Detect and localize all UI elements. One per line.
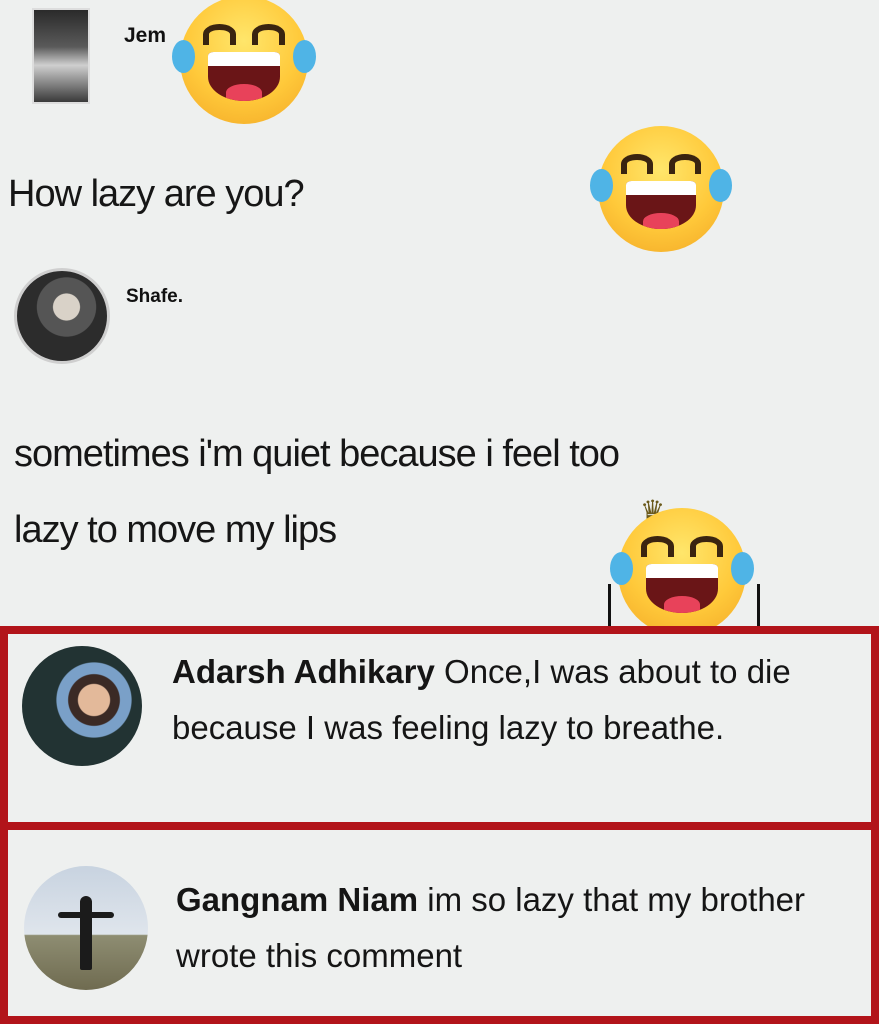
reply-text-line1: sometimes i'm quiet because i feel too — [14, 433, 620, 475]
comment-author[interactable]: Gangnam Niam — [176, 881, 418, 918]
comment-adarsh: Adarsh Adhikary Once,I was about to die … — [172, 644, 862, 756]
crowned-laughing-emoji-icon — [610, 508, 754, 636]
adarsh-avatar[interactable] — [22, 646, 142, 766]
laughing-crying-emoji-icon — [172, 0, 316, 124]
jem-avatar[interactable] — [32, 8, 90, 104]
comment-author[interactable]: Adarsh Adhikary — [172, 653, 435, 690]
comment-gangnam: Gangnam Niam im so lazy that my brother … — [176, 872, 856, 984]
shafe-avatar[interactable] — [14, 268, 110, 364]
reply-author-name[interactable]: Shafe. — [126, 286, 183, 308]
laughing-crying-emoji-icon — [590, 126, 732, 252]
post-text: How lazy are you? — [8, 173, 305, 215]
reply-text-line2: lazy to move my lips — [14, 509, 337, 551]
gangnam-avatar[interactable] — [24, 866, 148, 990]
post-author-name[interactable]: Jem — [124, 24, 166, 48]
